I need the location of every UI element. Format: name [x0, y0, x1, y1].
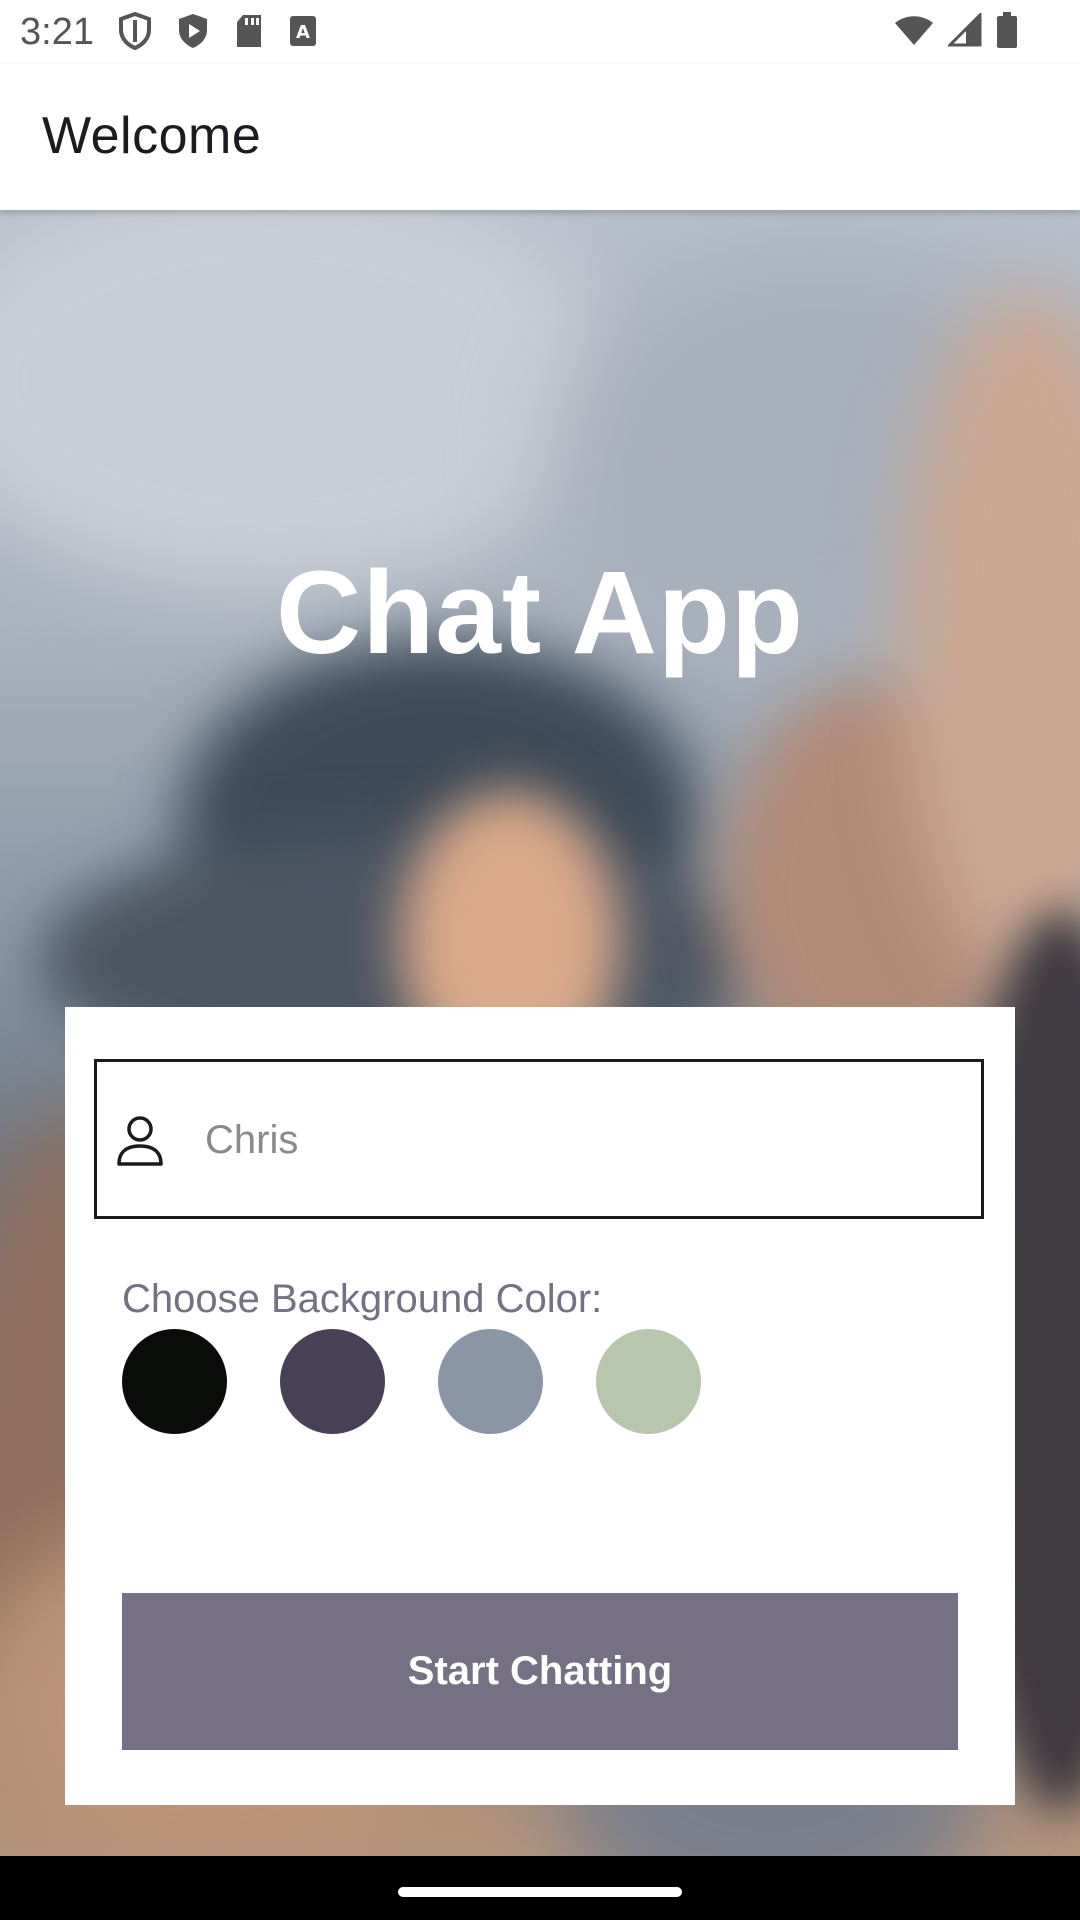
status-bar: 3:21 A [0, 0, 1080, 64]
app-bar: Welcome [0, 64, 1080, 210]
color-swatch-black[interactable] [122, 1329, 227, 1434]
hero-title: Chat App [276, 547, 804, 679]
wifi-icon [894, 13, 934, 47]
color-label: Choose Background Color: [122, 1277, 603, 1321]
cell-signal-icon [948, 13, 982, 47]
status-icons-right [894, 12, 1018, 48]
login-card: Choose Background Color: Start Chatting [65, 1007, 1015, 1805]
color-swatches [122, 1329, 701, 1434]
app-bar-title: Welcome [42, 107, 262, 165]
color-swatch-green[interactable] [596, 1329, 701, 1434]
play-shield-icon [176, 12, 210, 50]
color-swatch-grey-blue[interactable] [438, 1329, 543, 1434]
home-gesture-handle[interactable] [398, 1887, 682, 1897]
screen: 3:21 A Welcome Chat App Chris Choose Bac… [0, 0, 1080, 1920]
battery-icon [996, 12, 1018, 48]
person-icon [115, 1114, 165, 1173]
start-chatting-button[interactable]: Start Chatting [122, 1593, 958, 1750]
sd-card-icon [234, 13, 264, 49]
color-swatch-purple[interactable] [280, 1329, 385, 1434]
status-icons-left: A [118, 12, 318, 50]
name-field[interactable] [94, 1059, 984, 1219]
nav-bar [0, 1856, 1080, 1920]
status-time: 3:21 [20, 11, 94, 53]
name-input[interactable] [205, 1104, 945, 1176]
shield-icon [118, 12, 152, 50]
font-icon: A [288, 14, 318, 48]
svg-text:A: A [296, 22, 310, 43]
